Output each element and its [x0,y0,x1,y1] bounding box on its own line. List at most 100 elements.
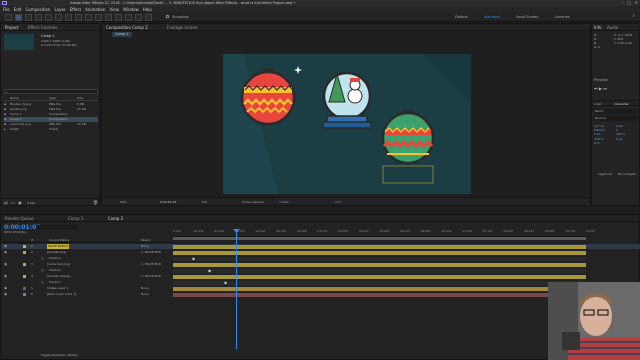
menu-item-edit[interactable]: Edit [14,7,22,12]
character-value[interactable]: 0 % [594,141,616,145]
tab-render-queue[interactable]: Render Queue [1,215,38,222]
layer-name[interactable]: MOVE BUDDY [47,244,70,249]
close-button[interactable]: × [635,0,638,5]
project-search-input[interactable]: ⌕ [4,89,98,94]
parent-dropdown[interactable]: 1. MOVE BUD [141,274,161,279]
layer-name[interactable]: Shape Layer 1 [47,286,69,291]
label-color-swatch[interactable] [23,263,26,266]
hand-tool-icon[interactable] [25,14,32,21]
menu-item-layer[interactable]: Layer [54,7,65,12]
stopwatch-icon[interactable]: ◷ [41,280,44,284]
visibility-eye-icon[interactable]: ◉ [4,262,7,266]
tab-composition[interactable]: Composition Comp 2 [102,24,152,31]
property-row[interactable]: ◷ Position ◆ [1,280,640,285]
playhead[interactable] [236,229,237,349]
rectangle-tool-icon[interactable] [75,14,82,21]
pan-behind-tool-icon[interactable] [65,14,72,21]
layer-name[interactable]: Position [49,256,61,261]
menu-item-composition[interactable]: Composition [25,7,50,12]
bpc-label[interactable]: 8 bpc [27,201,35,205]
parent-dropdown[interactable]: 1. MOVE BUD [141,250,161,255]
parent-dropdown[interactable]: None [141,244,149,249]
workspace-standard[interactable]: Standard [484,15,500,19]
property-track[interactable] [173,256,586,261]
resolution-dropdown[interactable]: Full [202,200,207,204]
label-color-swatch[interactable] [23,245,26,248]
home-icon[interactable] [5,14,12,21]
stopwatch-icon[interactable]: ◷ [41,256,44,260]
layer-duration-bar[interactable] [173,286,586,291]
roto-brush-tool-icon[interactable] [135,14,142,21]
new-folder-icon[interactable]: ▭ [11,200,15,205]
last-frame-icon[interactable]: ⏭ [603,86,607,91]
label-color-swatch[interactable] [23,287,26,290]
brush-tool-icon[interactable] [105,14,112,21]
layer-name[interactable]: [Dark Cyan Solid 1] [47,292,76,297]
layer-row[interactable]: ◉ 1 MOVE BUDDY None [1,244,640,249]
layer-name[interactable]: [bauble.png] [47,250,66,255]
visibility-eye-icon[interactable]: ◉ [4,286,7,290]
tab-audio[interactable]: Audio [605,24,620,31]
tab-info[interactable]: Info [592,24,604,31]
column-type[interactable]: Type [49,96,77,100]
layer-duration-bar[interactable] [173,292,586,297]
tab-align[interactable]: Align [594,102,602,106]
work-area-bar[interactable] [173,237,586,240]
eraser-tool-icon[interactable] [125,14,132,21]
preview-label[interactable]: Preview [594,78,608,82]
label-color-swatch[interactable] [23,251,26,254]
menu-item-animation[interactable]: Animation [85,7,105,12]
layer-name[interactable]: Position [49,280,61,285]
puppet-tool-icon[interactable] [145,14,152,21]
snapping-checkbox[interactable] [166,15,169,18]
tab-effect-controls[interactable]: Effect Controls [24,24,61,31]
timeline-timecode[interactable]: 0:00:01:07 [4,224,40,231]
type-tool-icon[interactable] [95,14,102,21]
interpret-footage-icon[interactable]: ▤ [4,200,8,205]
visibility-eye-icon[interactable]: ◉ [4,274,7,278]
camera-dropdown[interactable]: Active Camera [242,200,264,204]
layer-row[interactable]: ◉ 3 [snow ball.png] 1. MOVE BUD [1,262,640,267]
layer-duration-bar[interactable] [173,250,586,255]
exposure-value[interactable]: +0.0 [334,200,341,204]
visibility-eye-icon[interactable]: ◉ [4,244,7,248]
tab-project[interactable]: Project [1,24,23,31]
visibility-eye-icon[interactable]: ◉ [4,250,7,254]
layer-row[interactable]: ◉ 2 [bauble.png] 1. MOVE BUD [1,250,640,255]
tab-footage[interactable]: Footage (none) [163,24,201,31]
first-frame-icon[interactable]: ⏮ [594,86,598,91]
font-style-dropdown[interactable]: Normal [594,116,638,121]
zoom-tool-icon[interactable] [35,14,42,21]
camera-tool-icon[interactable] [55,14,62,21]
property-row[interactable]: ◷ Position ◆ [1,256,640,261]
magnification-dropdown[interactable]: 50% [120,200,127,204]
play-icon[interactable]: ▶ [599,86,602,91]
layer-row[interactable]: ◉ 5 Shape Layer 1 None [1,286,640,291]
property-track[interactable] [173,280,586,285]
keyframe-icon[interactable]: ◆ [224,280,227,285]
keyframe-icon[interactable]: ◆ [192,256,195,261]
parent-dropdown[interactable]: None [141,286,149,291]
menu-item-help[interactable]: Help [143,7,152,12]
clone-stamp-tool-icon[interactable] [115,14,122,21]
layer-name[interactable]: Position [49,268,61,273]
parent-dropdown[interactable]: 1. MOVE BUD [141,262,161,267]
ligatures-checkbox[interactable]: Ligatures [598,172,612,176]
menu-item-window[interactable]: Window [123,7,139,12]
stopwatch-icon[interactable]: ◷ [41,268,44,272]
visibility-eye-icon[interactable]: ◉ [4,292,7,296]
trash-icon[interactable]: 🗑 [93,200,98,205]
keyframe-icon[interactable]: ◆ [208,268,211,273]
column-parent[interactable]: Parent [141,238,151,242]
search-help-icon[interactable]: ⌕ [632,13,635,19]
hindi-digits-checkbox[interactable]: Hindi Digits [618,172,635,176]
tab-comp-2[interactable]: Comp 2 [104,215,128,222]
workspace-default[interactable]: Default [455,15,468,19]
minimize-button[interactable]: – [622,0,624,5]
workspace-small-screen[interactable]: Small Screen [516,15,539,19]
layer-name[interactable]: [snow ball.png] [47,262,70,267]
maximize-button[interactable]: □ [627,0,631,5]
property-track[interactable] [173,268,586,273]
layer-row[interactable]: ◉ 6 [Dark Cyan Solid 1] None [1,292,640,297]
timeline-footer[interactable]: Toggle Switches / Modes [41,353,78,357]
